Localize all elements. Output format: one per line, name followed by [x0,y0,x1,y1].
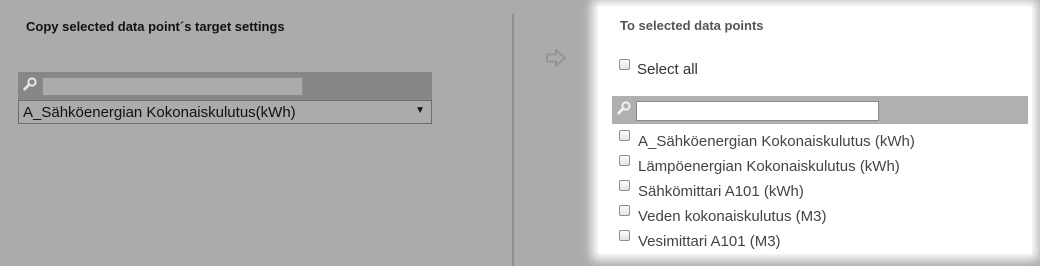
data-point-label[interactable]: A_Sähköenergian Kokonaiskulutus (kWh) [638,133,915,150]
list-item[interactable]: Sähkömittari A101 (kWh) [598,176,1032,201]
search-icon [23,77,37,91]
target-data-point-list: A_Sähköenergian Kokonaiskulutus (kWh) Lä… [598,126,1032,251]
data-point-checkbox[interactable] [619,155,630,166]
arrow-right-icon [545,48,567,68]
list-item[interactable]: Vesimittari A101 (M3) [598,226,1032,251]
source-search-input[interactable] [42,77,303,96]
data-point-checkbox[interactable] [619,230,630,241]
target-search-input[interactable] [636,101,879,121]
panel-divider [512,14,514,266]
target-search-bar [612,96,1028,124]
source-search-bar [18,72,432,100]
source-data-point-select[interactable]: A_Sähköenergian Kokonaiskulutus(kWh) ▼ [18,100,432,124]
data-point-label[interactable]: Sähkömittari A101 (kWh) [638,183,804,200]
copy-source-title: Copy selected data point´s target settin… [26,19,285,34]
select-all-label[interactable]: Select all [637,61,698,78]
data-point-checkbox[interactable] [619,130,630,141]
data-point-checkbox[interactable] [619,205,630,216]
list-item[interactable]: A_Sähköenergian Kokonaiskulutus (kWh) [598,126,1032,151]
selected-data-point-value: A_Sähköenergian Kokonaiskulutus(kWh) [23,104,296,121]
data-point-label[interactable]: Lämpöenergian Kokonaiskulutus (kWh) [638,158,900,175]
search-icon [617,101,631,115]
list-item[interactable]: Veden kokonaiskulutus (M3) [598,201,1032,226]
select-all-checkbox[interactable] [619,59,630,70]
chevron-down-icon: ▼ [415,105,425,116]
data-point-label[interactable]: Veden kokonaiskulutus (M3) [638,208,826,225]
data-point-checkbox[interactable] [619,180,630,191]
copy-target-panel: To selected data points Select all A_Säh… [598,6,1032,254]
data-point-label[interactable]: Vesimittari A101 (M3) [638,233,781,250]
list-item[interactable]: Lämpöenergian Kokonaiskulutus (kWh) [598,151,1032,176]
copy-source-panel: Copy selected data point´s target settin… [0,0,512,266]
copy-target-title: To selected data points [620,18,764,33]
